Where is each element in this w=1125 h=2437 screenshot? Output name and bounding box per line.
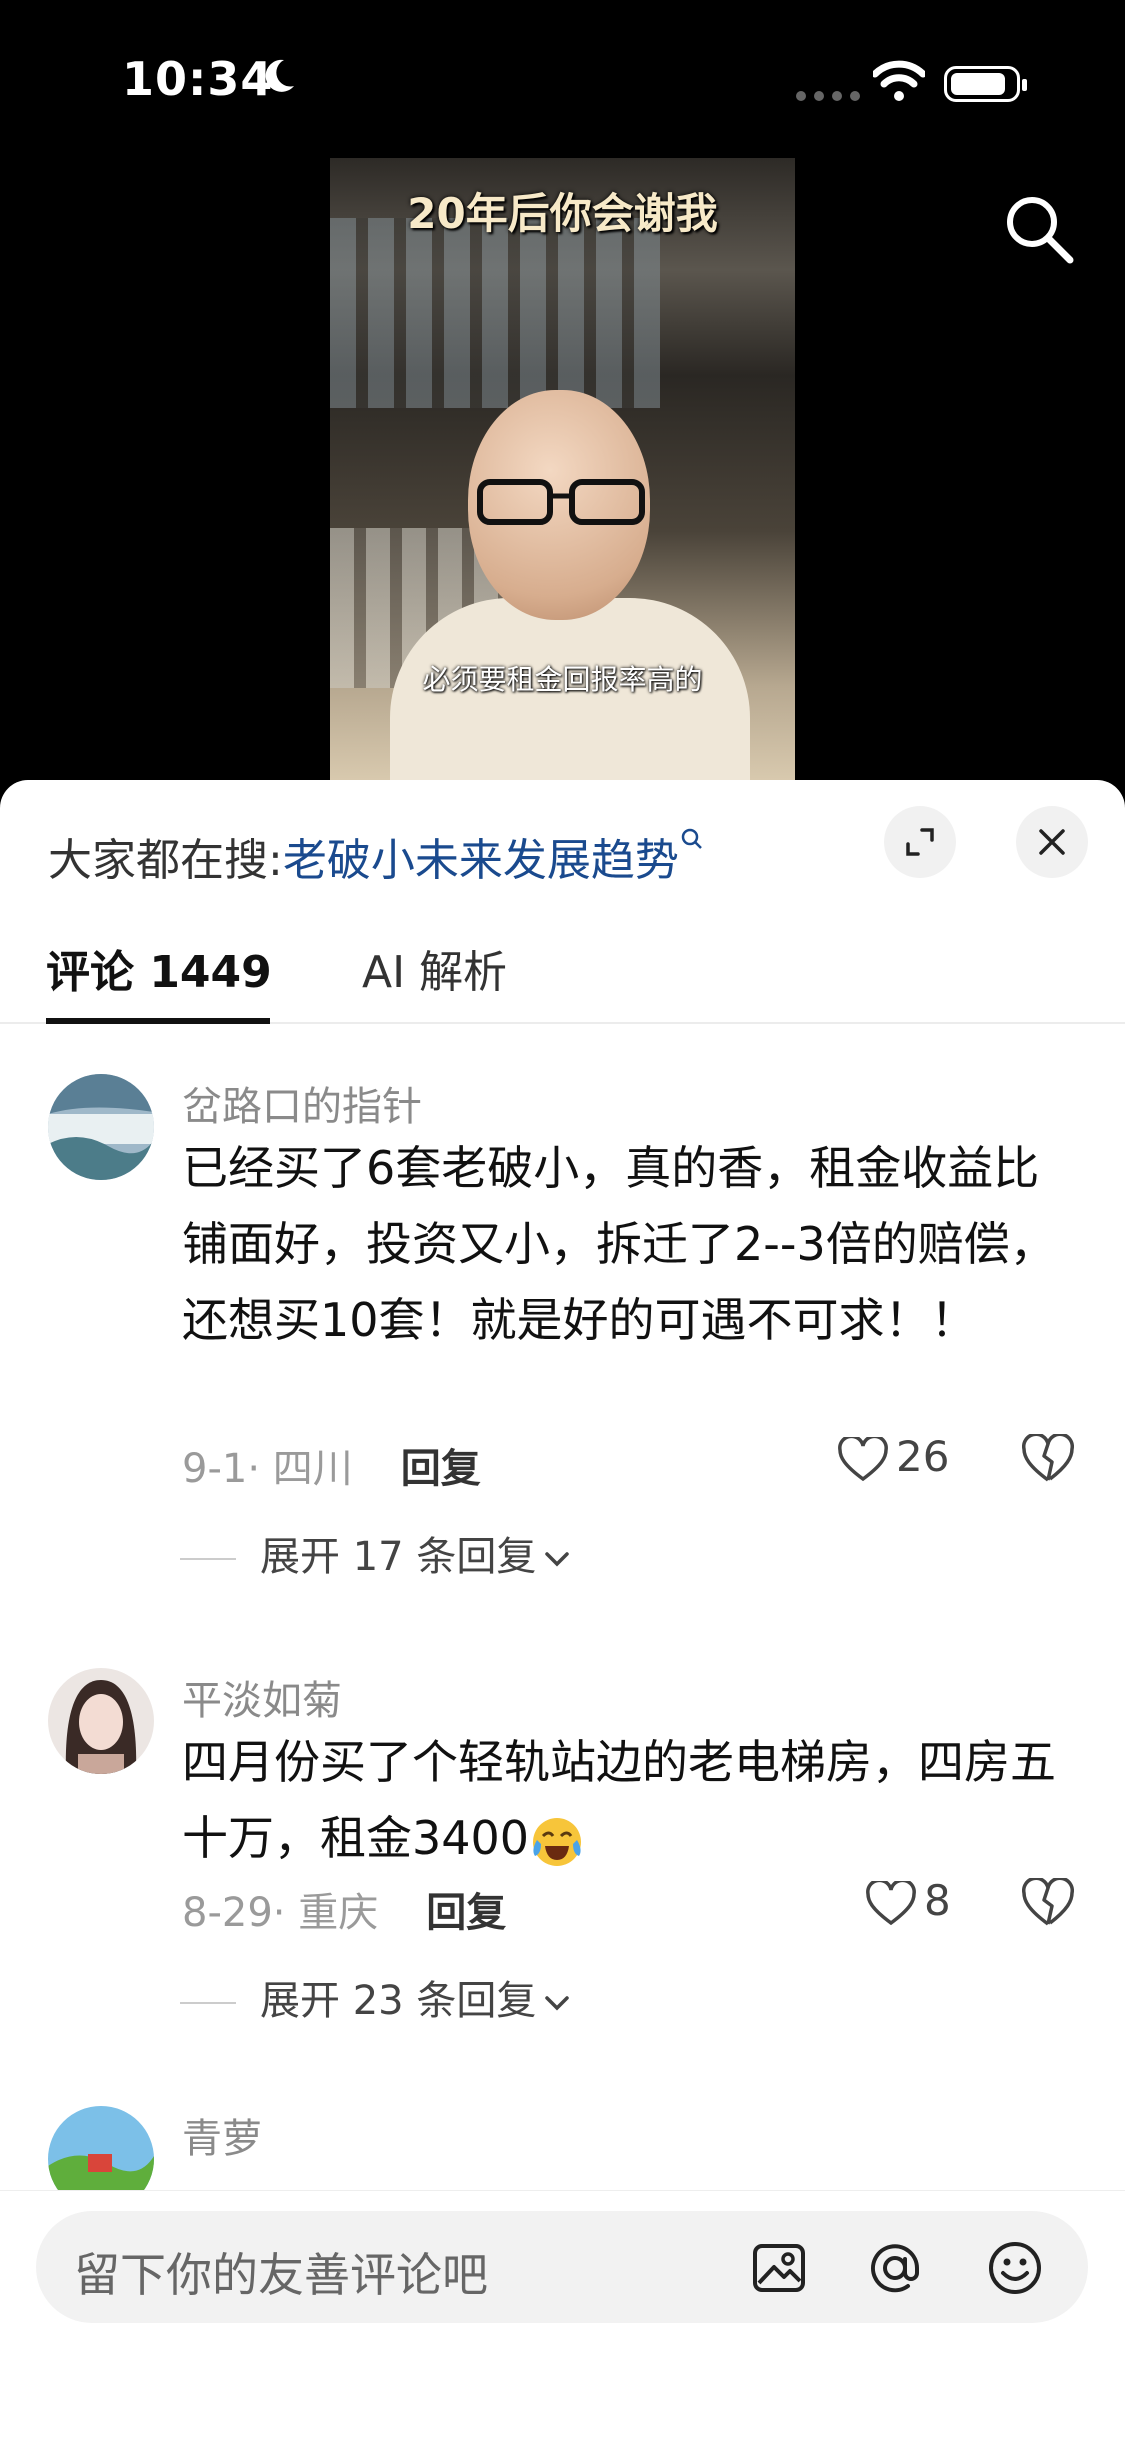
comment-username[interactable]: 青萝 — [182, 2106, 262, 2164]
reply-button[interactable]: 回复 — [426, 1890, 506, 1936]
comment-text-body: 四月份买了个轻轨站边的老电梯房，四房五十万，租金3400 — [182, 1735, 1056, 1865]
hot-search-keyword[interactable]: 老破小未来发展趋势 — [283, 835, 679, 886]
comment-username[interactable]: 平淡如菊 — [182, 1668, 342, 1726]
comment-text: 四月份买了个轻轨站边的老电梯房，四房五十万，租金3400 — [182, 1724, 1072, 1876]
image-icon[interactable] — [750, 2239, 808, 2297]
battery-icon — [944, 66, 1027, 102]
broken-heart-icon[interactable] — [1022, 1434, 1074, 1484]
smile-icon[interactable] — [986, 2239, 1044, 2297]
laugh-cry-emoji — [533, 1817, 582, 1866]
glasses — [477, 479, 645, 525]
comment-sheet: 大家都在搜:老破小未来发展趋势 评论 1449 AI 解析 岔路口的指针 已经买… — [0, 780, 1125, 2436]
search-icon[interactable] — [1000, 190, 1076, 266]
video-subtitle: 必须要租金回报率高的 — [422, 663, 703, 696]
comment-input[interactable]: 留下你的友善评论吧 — [36, 2211, 1088, 2323]
hot-search[interactable]: 大家都在搜:老破小未来发展趋势 — [48, 824, 705, 888]
moon-icon — [265, 59, 294, 92]
search-icon — [681, 828, 702, 849]
like-count: 26 — [896, 1432, 950, 1481]
avatar[interactable] — [48, 1668, 154, 1774]
heart-icon — [838, 1434, 888, 1481]
wifi-icon — [873, 60, 925, 101]
video-title: 20年后你会谢我 — [407, 189, 718, 238]
expand-button[interactable] — [884, 806, 956, 878]
hot-search-prefix: 大家都在搜: — [48, 835, 283, 886]
reply-button[interactable]: 回复 — [401, 1446, 481, 1492]
heart-icon — [866, 1878, 916, 1925]
expand-replies[interactable]: 展开 23 条回复 — [180, 1968, 572, 2026]
close-icon — [1039, 829, 1065, 855]
chevron-down-icon — [545, 1996, 570, 2011]
comment-meta: 8-29· 重庆 回复 — [182, 1880, 506, 1938]
like-button[interactable]: 26 — [838, 1432, 949, 1483]
comment-meta: 9-1· 四川 回复 — [182, 1436, 481, 1494]
status-bar: 10:34 — [0, 0, 1125, 150]
status-time: 10:34 — [122, 52, 274, 106]
comment-date-location: 9-1· 四川 — [182, 1446, 353, 1492]
expand-replies[interactable]: 展开 17 条回复 — [180, 1524, 572, 1582]
like-button[interactable]: 8 — [866, 1876, 951, 1927]
comment-input-bar: 留下你的友善评论吧 — [0, 2190, 1125, 2437]
expand-icon — [906, 828, 934, 856]
signal-dots — [796, 86, 868, 105]
tab-comments[interactable]: 评论 1449 — [46, 936, 272, 1000]
comment-date-location: 8-29· 重庆 — [182, 1890, 379, 1936]
expand-replies-label: 展开 23 条回复 — [260, 1978, 537, 2024]
tab-ai-analysis[interactable]: AI 解析 — [362, 936, 507, 1000]
chevron-down-icon — [545, 1552, 570, 1567]
like-count: 8 — [924, 1876, 951, 1925]
close-button[interactable] — [1016, 806, 1088, 878]
comment-username[interactable]: 岔路口的指针 — [182, 1074, 422, 1132]
avatar[interactable] — [48, 1074, 154, 1180]
tab-bar: 评论 1449 AI 解析 — [0, 910, 1125, 1024]
expand-replies-label: 展开 17 条回复 — [260, 1534, 537, 1580]
comment-text: 已经买了6套老破小，真的香，租金收益比铺面好，投资又小，拆迁了2--3倍的赔偿，… — [182, 1141, 1056, 1347]
video-player[interactable]: 20年后你会谢我 必须要租金回报率高的 — [330, 158, 795, 780]
at-icon[interactable] — [866, 2239, 924, 2297]
tab-indicator — [46, 1018, 270, 1024]
broken-heart-icon[interactable] — [1022, 1878, 1074, 1928]
comment-input-placeholder: 留下你的友善评论吧 — [74, 2248, 488, 2302]
